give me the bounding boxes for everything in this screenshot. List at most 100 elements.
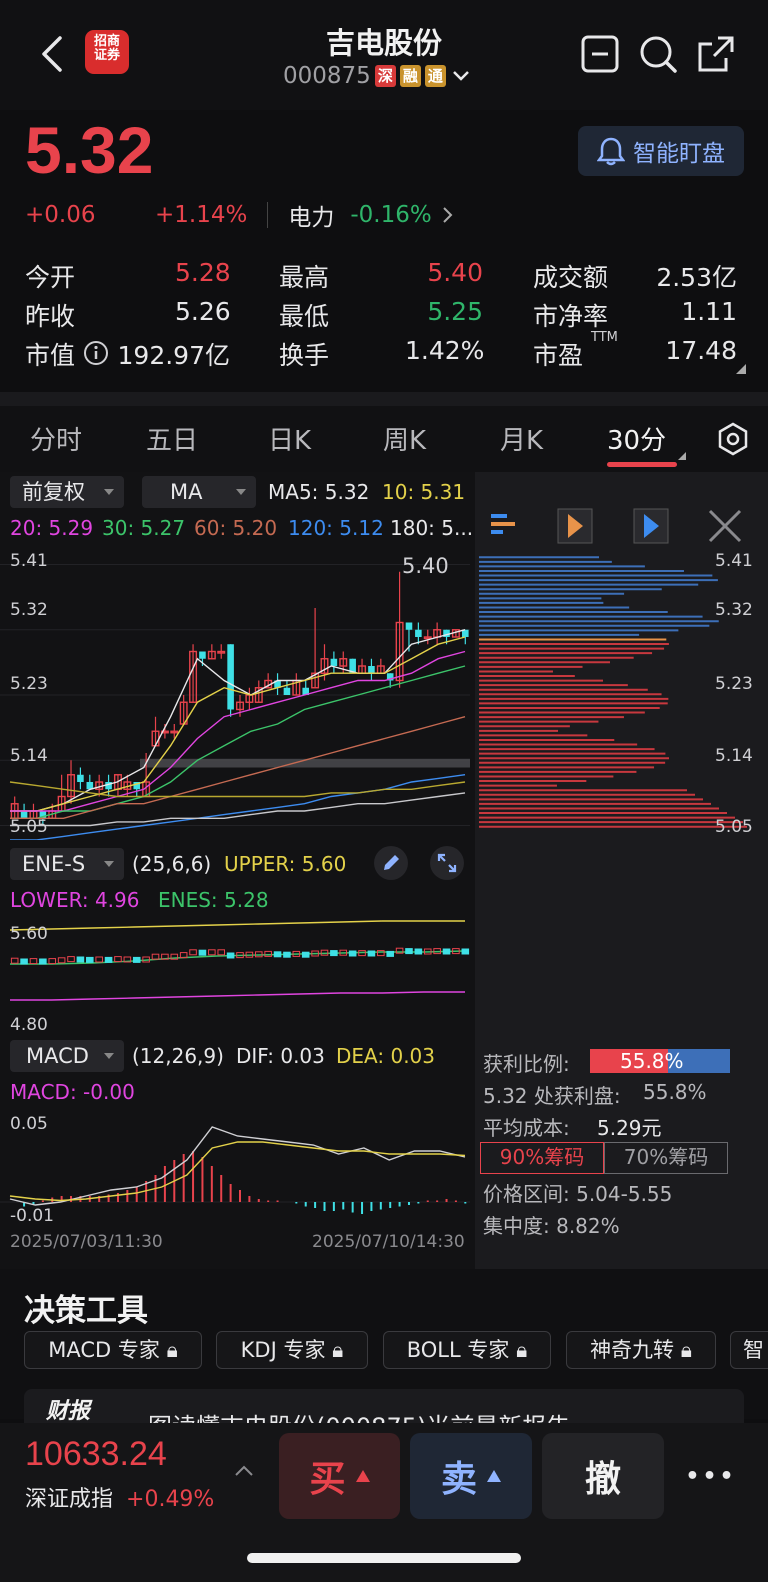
price-profit-label: 5.32 处获利盘:: [483, 1084, 621, 1108]
candle-body: [199, 651, 206, 659]
ene-candle: [39, 958, 47, 965]
quote-key: 成交额: [533, 263, 609, 292]
ene-candle: [217, 949, 226, 956]
info-icon[interactable]: [83, 340, 109, 366]
y-tick: 5.41: [10, 551, 48, 571]
stock-code-row[interactable]: 000875 深 融 通: [283, 62, 472, 90]
ma5-label: MA5: 5.32: [268, 480, 370, 504]
adjust-select[interactable]: 前复权: [10, 476, 124, 508]
macd-select[interactable]: MACD: [10, 1040, 124, 1072]
chip-orange-icon[interactable]: [557, 508, 593, 544]
chip-mode-icon[interactable]: [489, 510, 517, 538]
indicator-select[interactable]: MA: [142, 476, 256, 508]
ma120-label: 120: 5.12: [288, 516, 384, 540]
index-pct: +0.49%: [126, 1487, 215, 1512]
kline-chart-panel[interactable]: 前复权 MA MA5: 5.32 10: 5.31 20: 5.29 30: 5…: [0, 472, 475, 1269]
buy-button[interactable]: 买: [279, 1433, 400, 1519]
expand-icon[interactable]: [430, 846, 464, 880]
ene-candle: [264, 950, 272, 957]
ene-candle: [20, 958, 28, 965]
ene-select[interactable]: ENE-S: [10, 848, 124, 880]
triangle-up-icon: [487, 1470, 501, 1482]
index-value[interactable]: 10633.24: [25, 1435, 167, 1474]
chip-label: 神奇九转: [590, 1338, 675, 1362]
current-price: 5.32: [25, 113, 154, 187]
stock-code: 000875: [283, 63, 371, 89]
tab-monthly-k[interactable]: 月K: [500, 420, 543, 457]
tab-corner-icon: [678, 452, 686, 460]
close-icon[interactable]: [707, 508, 743, 544]
ene-candle: [114, 956, 122, 963]
ene-candle: [76, 956, 85, 963]
quote-value: 5.26: [175, 297, 231, 326]
quote-value: 5.40: [427, 258, 483, 287]
chip-blue-icon[interactable]: [633, 508, 669, 544]
y-tick: 5.60: [10, 924, 48, 944]
quote-key: 昨收: [25, 302, 76, 331]
sell-button[interactable]: 卖: [410, 1433, 532, 1519]
tab-weekly-k[interactable]: 周K: [383, 420, 426, 457]
active-tab-indicator: [607, 462, 677, 467]
quote-key: 换手: [279, 341, 330, 370]
boll-expert-chip[interactable]: BOLL 专家 🔒︎: [383, 1331, 551, 1369]
chip-label: KDJ 专家: [240, 1338, 326, 1362]
profit-ratio-value: 55.8%: [620, 1049, 684, 1073]
more-button[interactable]: •••: [676, 1433, 746, 1519]
watchlist-minus-icon[interactable]: [580, 34, 620, 74]
macd-line: [9, 1126, 466, 1206]
y-tick: 4.80: [10, 1015, 48, 1035]
quote-value: 5.28: [175, 258, 231, 287]
high-price-label: 5.40: [402, 554, 449, 578]
avg-cost-label: 平均成本:: [483, 1116, 570, 1140]
cancel-button[interactable]: 撤: [542, 1433, 664, 1519]
settings-icon[interactable]: [716, 422, 750, 456]
ttm-sup: TTM: [591, 330, 618, 345]
chevron-up-icon[interactable]: [234, 1463, 254, 1477]
candle-body: [415, 629, 422, 637]
ene-select-label: ENE-S: [22, 852, 86, 876]
bell-icon: [597, 137, 625, 166]
chip-label: BOLL 专家: [406, 1338, 510, 1362]
section-divider: [0, 392, 768, 406]
chip-y-tick: 5.41: [715, 551, 753, 571]
chips-90-button[interactable]: 90%筹码: [480, 1142, 604, 1174]
tab-daily-k[interactable]: 日K: [268, 420, 311, 457]
kdj-expert-chip[interactable]: KDJ 专家 🔒︎: [216, 1331, 368, 1369]
chip-histogram: [479, 556, 747, 828]
decision-tools-section: 决策工具 MACD 专家 🔒︎ KDJ 专家 🔒︎ BOLL 专家 🔒︎ 神奇九…: [0, 1269, 768, 1439]
macd-expert-chip[interactable]: MACD 专家 🔒︎: [24, 1331, 202, 1369]
tab-five-day[interactable]: 五日: [146, 420, 198, 457]
y-tick: 5.23: [10, 674, 48, 694]
chips-70-button[interactable]: 70%筹码: [604, 1142, 728, 1174]
tab-intraday[interactable]: 分时: [30, 420, 82, 457]
search-icon[interactable]: [638, 34, 678, 74]
smart-monitor-button[interactable]: 智能盯盘: [578, 126, 744, 176]
ene-candle: [442, 948, 451, 955]
ene-candle: [29, 958, 38, 965]
more-tools-chip[interactable]: 智: [730, 1331, 768, 1369]
ene-lower: LOWER: 4.96: [10, 888, 140, 912]
ene-candle: [189, 949, 197, 956]
quote-value: 5.25: [427, 297, 483, 326]
chip-y-tick: 5.23: [715, 674, 753, 694]
ene-candle: [330, 950, 338, 957]
home-indicator: [247, 1553, 521, 1563]
index-name-row[interactable]: 深证成指 +0.49%: [25, 1481, 214, 1513]
magic-nine-chip[interactable]: 神奇九转 🔒︎: [566, 1331, 716, 1369]
macd-canvas: [0, 1126, 470, 1214]
ene-candle: [386, 950, 394, 957]
share-icon[interactable]: [696, 34, 736, 74]
candle-body: [77, 774, 84, 782]
chevron-down-icon[interactable]: [450, 65, 472, 87]
lock-icon: 🔒︎: [516, 1338, 528, 1362]
y-tick: 5.32: [10, 600, 48, 620]
sector-name[interactable]: 电力: [288, 198, 334, 232]
tab-30min[interactable]: 30分: [607, 420, 666, 457]
chevron-right-icon[interactable]: [442, 206, 454, 224]
edit-icon[interactable]: [374, 846, 408, 880]
quote-value: 1.42%: [405, 336, 485, 365]
ene-candle: [86, 956, 94, 963]
candle-body: [283, 687, 291, 695]
ma60-label: 60: 5.20: [194, 516, 278, 540]
sector-pct[interactable]: -0.16%: [350, 202, 431, 228]
